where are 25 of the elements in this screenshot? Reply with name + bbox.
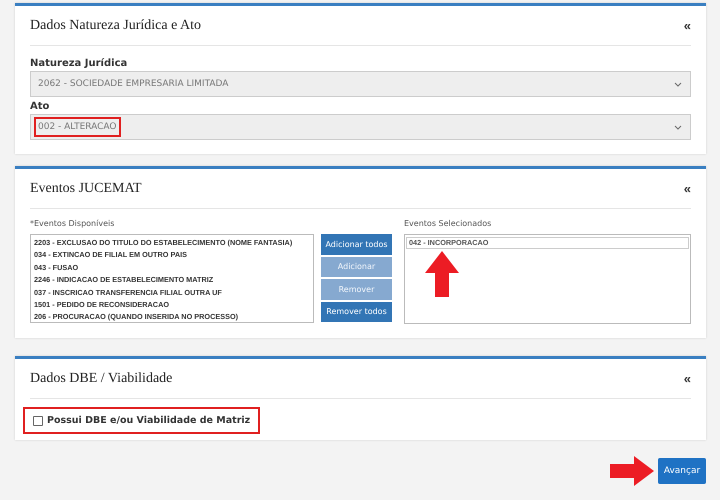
list-label: *Eventos Disponíveis <box>30 219 116 229</box>
collapse-button[interactable]: « <box>684 18 691 33</box>
select-value: 2062 - SOCIEDADE EMPRESARIA LIMITADA <box>37 78 230 91</box>
collapse-button[interactable]: « <box>684 371 691 386</box>
chevron-icon <box>674 124 682 130</box>
checkbox-label: Possui DBE e/ou Viabilidade de Matriz <box>47 415 250 426</box>
collapse-button[interactable]: « <box>684 181 691 196</box>
list-button[interactable]: Adicionar todos <box>321 234 392 254</box>
select-field[interactable]: 2062 - SOCIEDADE EMPRESARIA LIMITADA <box>30 71 691 97</box>
checkbox[interactable] <box>33 416 43 426</box>
field-label: Natureza Jurídica <box>30 58 128 69</box>
chevron-icon <box>674 82 682 86</box>
select-field[interactable]: 002 - ALTERACAO <box>30 114 691 140</box>
field-label: Ato <box>30 101 50 112</box>
panel-title: Dados Natureza Jurídica e Ato <box>30 18 202 34</box>
next-button[interactable]: Avançar <box>658 458 706 484</box>
panel-title: Eventos JUCEMAT <box>30 180 142 196</box>
list-box[interactable] <box>30 234 314 323</box>
list-label: Eventos Selecionados <box>404 219 492 229</box>
arrow-icon <box>425 251 459 297</box>
arrow-icon <box>610 456 654 486</box>
panel-title: Dados DBE / Viabilidade <box>30 370 172 386</box>
select-value: 002 - ALTERACAO <box>34 117 121 137</box>
checkbox-row[interactable]: Possui DBE e/ou Viabilidade de Matriz <box>23 407 260 434</box>
list-button[interactable]: Remover todos <box>321 302 392 322</box>
